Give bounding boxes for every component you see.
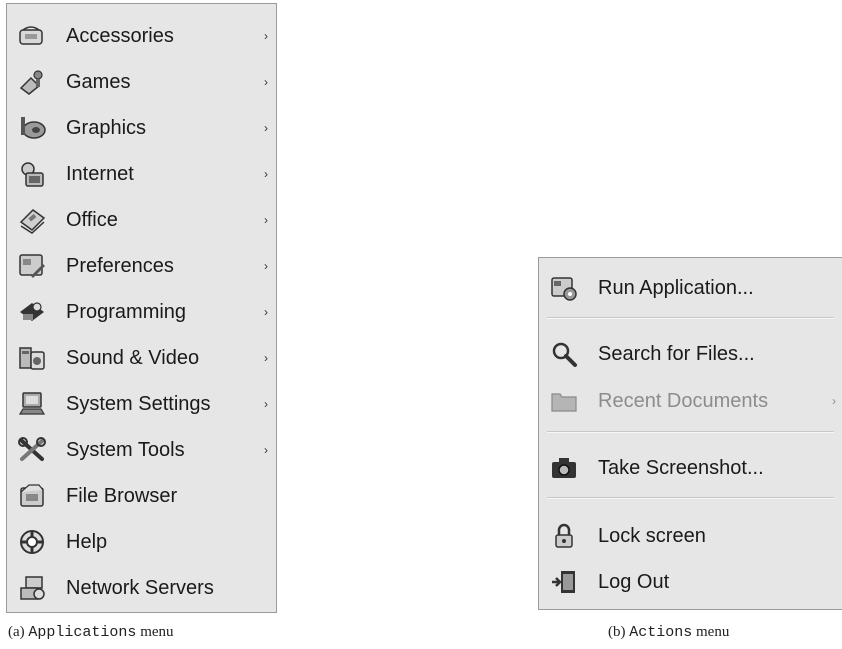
caption-suffix: menu	[140, 624, 174, 640]
submenu-arrow-icon: ›	[264, 75, 268, 89]
menu-item-programming[interactable]: Programming ›	[7, 290, 276, 334]
caption-applications-menu: (a) Applications menu	[8, 624, 174, 641]
menu-item-recent-documents[interactable]: Recent Documents ›	[539, 379, 842, 423]
menu-item-system-tools[interactable]: System Tools ›	[7, 428, 276, 472]
menu-item-label: System Settings	[66, 392, 211, 415]
caption-actions-menu: (b) Actions menu	[608, 624, 729, 641]
submenu-arrow-icon: ›	[264, 121, 268, 135]
menu-separator	[547, 317, 834, 319]
submenu-arrow-icon: ›	[264, 305, 268, 319]
submenu-arrow-icon: ›	[264, 213, 268, 227]
menu-item-take-screenshot[interactable]: Take Screenshot...	[539, 446, 842, 490]
menu-item-help[interactable]: Help	[7, 520, 276, 564]
menu-item-preferences[interactable]: Preferences ›	[7, 244, 276, 288]
lock-icon	[549, 522, 579, 550]
system-settings-icon	[17, 390, 47, 418]
submenu-arrow-icon: ›	[264, 29, 268, 43]
menu-item-label: Take Screenshot...	[598, 456, 764, 479]
submenu-arrow-icon: ›	[264, 351, 268, 365]
caption-suffix: menu	[696, 624, 730, 640]
menu-item-games[interactable]: Games ›	[7, 60, 276, 104]
menu-item-graphics[interactable]: Graphics ›	[7, 106, 276, 150]
submenu-arrow-icon: ›	[264, 167, 268, 181]
menu-item-label: Graphics	[66, 116, 147, 139]
submenu-arrow-icon: ›	[264, 259, 268, 273]
menu-item-accessories[interactable]: Accessories ›	[7, 14, 276, 58]
caption-prefix: (b)	[608, 624, 626, 640]
run-application-icon	[549, 274, 579, 302]
search-icon	[549, 340, 579, 368]
actions-menu: Run Application... Search for Files... R…	[538, 257, 842, 610]
applications-menu: Accessories › Games › Graphics › Interne…	[6, 3, 277, 613]
menu-item-label: Games	[66, 70, 131, 93]
menu-item-network-servers[interactable]: Network Servers	[7, 566, 276, 610]
submenu-arrow-icon: ›	[832, 394, 836, 408]
network-servers-icon	[17, 574, 47, 602]
menu-item-label: Run Application...	[598, 276, 754, 299]
menu-item-label: Programming	[66, 300, 187, 323]
menu-item-label: Accessories	[66, 24, 174, 47]
menu-item-search-for-files[interactable]: Search for Files...	[539, 332, 842, 376]
menu-item-label: Preferences	[66, 254, 174, 277]
file-browser-icon	[17, 482, 47, 510]
preferences-icon	[17, 252, 47, 280]
games-icon	[17, 68, 47, 96]
menu-item-label: Sound & Video	[66, 346, 200, 369]
menu-item-label: Network Servers	[66, 576, 214, 599]
menu-item-label: Log Out	[598, 570, 670, 593]
caption-menu-name: Applications	[28, 624, 137, 641]
menu-item-log-out[interactable]: Log Out	[539, 560, 842, 604]
caption-prefix: (a)	[8, 624, 25, 640]
menu-item-label: File Browser	[66, 484, 178, 507]
sound-video-icon	[17, 344, 47, 372]
menu-item-label: Search for Files...	[598, 342, 755, 365]
caption-menu-name: Actions	[629, 624, 693, 641]
menu-item-office[interactable]: Office ›	[7, 198, 276, 242]
system-tools-icon	[17, 436, 47, 464]
folder-icon	[549, 387, 579, 415]
submenu-arrow-icon: ›	[264, 443, 268, 457]
programming-icon	[17, 298, 47, 326]
menu-item-file-browser[interactable]: File Browser	[7, 474, 276, 518]
graphics-icon	[17, 114, 47, 142]
submenu-arrow-icon: ›	[264, 397, 268, 411]
menu-separator	[547, 431, 834, 433]
help-icon	[17, 528, 47, 556]
menu-item-internet[interactable]: Internet ›	[7, 152, 276, 196]
internet-icon	[17, 160, 47, 188]
menu-item-run-application[interactable]: Run Application...	[539, 266, 842, 310]
office-icon	[17, 206, 47, 234]
menu-item-system-settings[interactable]: System Settings ›	[7, 382, 276, 426]
menu-item-label: Help	[66, 530, 108, 553]
menu-item-lock-screen[interactable]: Lock screen	[539, 514, 842, 558]
menu-item-label: Office	[66, 208, 118, 231]
menu-item-sound-video[interactable]: Sound & Video ›	[7, 336, 276, 380]
menu-item-label: Internet	[66, 162, 134, 185]
menu-separator	[547, 497, 834, 499]
accessories-icon	[17, 22, 47, 50]
menu-item-label: Lock screen	[598, 524, 706, 547]
menu-item-label: Recent Documents	[598, 389, 769, 412]
log-out-icon	[549, 568, 579, 596]
camera-icon	[549, 454, 579, 482]
menu-item-label: System Tools	[66, 438, 185, 461]
